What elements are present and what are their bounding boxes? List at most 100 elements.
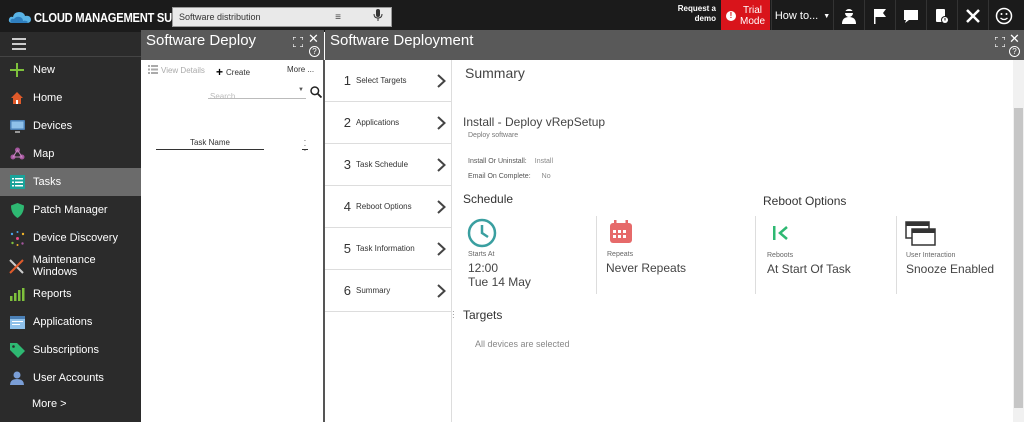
nav-item-label: Home [33, 92, 63, 104]
hamburger-menu-icon[interactable] [12, 38, 26, 53]
microphone-icon[interactable] [373, 8, 385, 26]
create-button[interactable]: + Create [216, 65, 250, 79]
step-number: 4 [343, 199, 351, 214]
nav-item-home[interactable]: Home [0, 84, 141, 112]
chevron-down-icon[interactable]: ▼ [298, 87, 304, 93]
lock-icon[interactable] [926, 0, 957, 32]
help-icon[interactable]: ? [309, 46, 320, 57]
reboot-options-heading: Reboot Options [763, 194, 847, 208]
how-to-dropdown[interactable]: How to... ▼ [771, 0, 833, 32]
more-menu-button[interactable]: More ... [287, 65, 314, 74]
list-icon [148, 65, 158, 76]
nav-item-label: Reports [33, 288, 72, 300]
task-search-placeholder: Search [210, 92, 236, 101]
nav-item-label: Subscriptions [33, 344, 100, 356]
tasks-icon [9, 174, 25, 190]
starts-at-date: Tue 14 May [468, 275, 531, 289]
global-search-input[interactable]: Software distribution ≡ [172, 7, 392, 27]
schedule-heading: Schedule [463, 192, 514, 206]
nav-item-label: Maintenance Windows [32, 254, 96, 278]
wizard-step-reboot-options[interactable]: 4 Reboot Options [325, 186, 452, 228]
trial-mode-button[interactable]: ! Trial Mode [721, 0, 770, 32]
chevron-down-icon: ▼ [823, 12, 831, 20]
flag-icon[interactable] [864, 0, 895, 32]
nav-item-map[interactable]: Map [0, 140, 141, 168]
install-value: Install [534, 158, 554, 165]
global-search-value: Software distribution [179, 12, 261, 22]
task-list-panel-title: Software Deploy [146, 32, 257, 49]
step-number: 5 [343, 241, 351, 256]
task-search-input[interactable]: Search ▼ [208, 86, 306, 101]
tools-icon[interactable] [957, 0, 988, 32]
nav-item-label: New [33, 64, 56, 76]
wizard-step-summary[interactable]: 6 Summary [325, 270, 452, 312]
tile-divider [596, 216, 597, 294]
wizard-step-task-information[interactable]: 5 Task Information [325, 228, 452, 270]
nav-item-label: Device Discovery [33, 232, 118, 244]
reports-icon [9, 286, 25, 302]
view-details-button[interactable]: View Details [148, 65, 205, 76]
deployment-panel-title: Software Deployment [330, 32, 474, 49]
step-label: Task Information [356, 244, 415, 253]
view-details-label: View Details [161, 66, 205, 75]
reboots-label: Reboots [767, 252, 794, 259]
task-list-panel: Software Deploy ✕ ? View Details + Creat… [141, 30, 325, 422]
nav-item-label: User Accounts [33, 372, 104, 384]
monitor-icon [9, 118, 25, 134]
column-menu-icon[interactable]: · · · [302, 137, 308, 155]
nav-item-reports[interactable]: Reports [0, 280, 141, 308]
nav-item-user-accounts[interactable]: User Accounts [0, 364, 141, 392]
nav-item-device-discovery[interactable]: Device Discovery [0, 224, 141, 252]
help-icon[interactable]: ? [1009, 46, 1020, 57]
shield-icon [9, 202, 25, 218]
nav-item-subscriptions[interactable]: Subscriptions [0, 336, 141, 364]
nav-item-applications[interactable]: Applications [0, 308, 141, 336]
repeats-value: Never Repeats [606, 261, 687, 275]
nav-item-label: Tasks [33, 176, 62, 188]
calendar-icon [609, 220, 633, 249]
step-number: 6 [343, 283, 351, 298]
chevron-right-icon [434, 199, 448, 214]
column-header-task-name[interactable]: Task Name [156, 138, 264, 150]
subscriptions-icon [9, 342, 25, 358]
plus-icon [9, 62, 25, 78]
wizard-step-applications[interactable]: 2 Applications [325, 102, 452, 144]
user-interaction-value: Snooze Enabled [906, 262, 995, 276]
install-label: Install Or Uninstall: [468, 158, 527, 165]
nav-more-link[interactable]: More > [32, 398, 67, 410]
smile-icon[interactable] [988, 0, 1019, 32]
wizard-step-task-schedule[interactable]: 3 Task Schedule [325, 144, 452, 186]
install-or-uninstall-row: Install Or Uninstall: Install [468, 158, 553, 165]
chat-icon[interactable] [895, 0, 926, 32]
summary-heading: Summary [465, 65, 525, 81]
plus-icon: + [216, 65, 224, 79]
expand-icon[interactable] [994, 34, 1006, 48]
how-to-label: How to... [774, 10, 819, 22]
close-icon[interactable]: ✕ [308, 32, 319, 45]
scrollbar-thumb[interactable] [1014, 108, 1023, 408]
menu-icon[interactable]: ≡ [331, 12, 345, 23]
user-interaction-label: User Interaction [906, 252, 956, 259]
task-list-panel-header: Software Deploy ✕ ? [141, 30, 324, 60]
expand-icon[interactable] [292, 34, 304, 48]
targets-note: All devices are selected [475, 339, 570, 349]
nav-item-new[interactable]: New [0, 56, 141, 84]
search-icon[interactable] [310, 85, 323, 103]
nav-item-tasks[interactable]: Tasks [0, 168, 141, 196]
step-label: Task Schedule [356, 160, 409, 169]
job-title: Install - Deploy vRepSetup [463, 115, 606, 129]
reboots-value: At Start Of Task [767, 262, 851, 276]
nav-item-devices[interactable]: Devices [0, 112, 141, 140]
applications-icon [9, 314, 25, 330]
job-subtitle: Deploy software [468, 132, 519, 139]
discovery-icon [9, 230, 25, 246]
user-icon[interactable] [833, 0, 864, 32]
nav-item-maintenance-windows[interactable]: Maintenance Windows [0, 252, 141, 280]
chevron-right-icon [434, 157, 448, 172]
wizard-steps: 1 Select Targets 2 Applications 3 Task S… [325, 60, 452, 422]
request-demo-link[interactable]: Request a demo [672, 4, 716, 24]
brand-name: CLOUD MANAGEMENT SUITE [34, 9, 189, 25]
wizard-step-select-targets[interactable]: 1 Select Targets [325, 60, 452, 102]
close-icon[interactable]: ✕ [1009, 32, 1020, 45]
nav-item-patch-manager[interactable]: Patch Manager [0, 196, 141, 224]
